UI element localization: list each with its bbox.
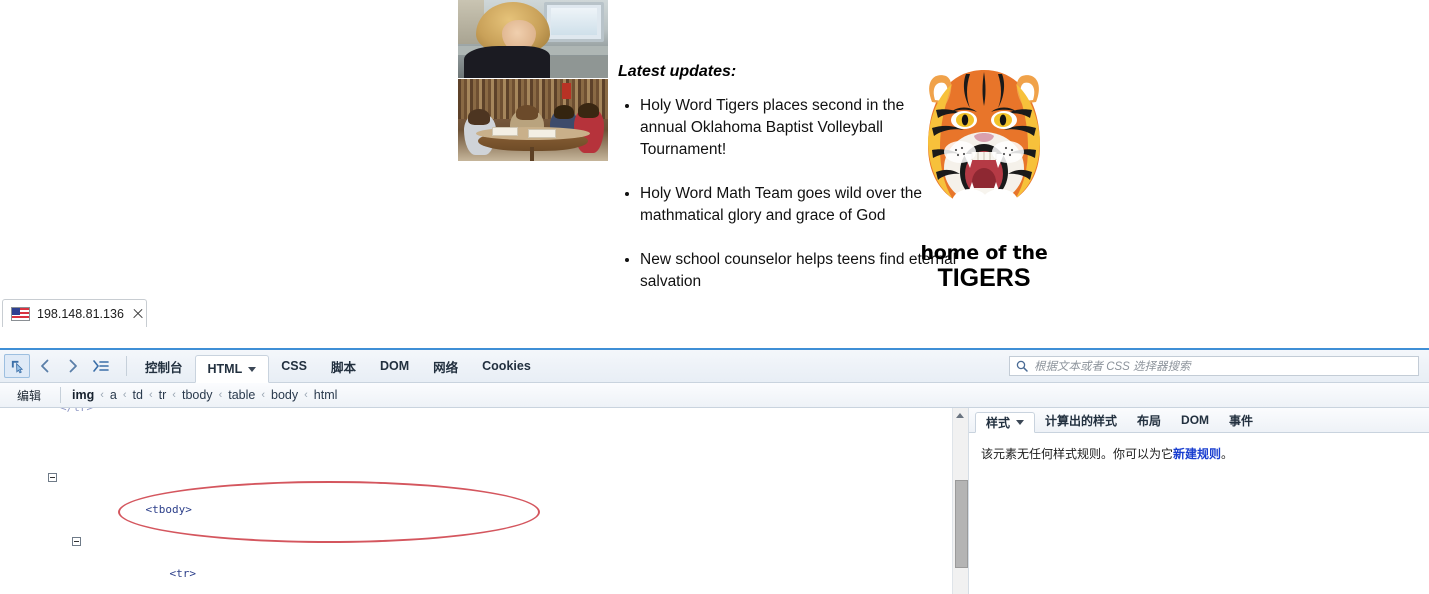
tiger-head-logo: home of the TIGERS <box>908 56 1060 292</box>
tab-layout[interactable]: 布局 <box>1127 408 1171 432</box>
tab-dom-label: DOM <box>379 359 410 373</box>
collapse-toggle[interactable] <box>48 473 57 482</box>
breadcrumb-divider <box>60 387 62 403</box>
code-lines: <tbody> <tr> <td width="150" valign="top… <box>0 422 968 594</box>
tiger-head-icon <box>914 68 1054 220</box>
devtools-panel: 控制台 HTML CSS 脚本 DOM 网络 Cookies 根据文本或者 CS… <box>0 348 1429 594</box>
styles-panel: 样式 计算出的样式 布局 DOM 事件 该元素无任何样式规则。你可以为它新建规则… <box>969 408 1429 594</box>
breadcrumb: 编辑 img ‹ a ‹ td ‹ tr ‹ tbody ‹ table ‹ b… <box>0 383 1429 408</box>
browser-tab[interactable]: 198.148.81.136 <box>2 299 147 327</box>
tab-events[interactable]: 事件 <box>1219 408 1263 432</box>
devtools-body: </tr> <tbody> <tr> <td width="150" valig… <box>0 408 1429 594</box>
breadcrumb-item-a[interactable]: a <box>107 388 120 402</box>
breadcrumb-item-td[interactable]: td <box>130 388 146 402</box>
tab-css[interactable]: CSS <box>269 350 319 382</box>
tab-dom-right[interactable]: DOM <box>1171 408 1219 432</box>
forward-arrow-icon[interactable] <box>60 354 86 378</box>
inspect-cursor-icon[interactable] <box>4 354 30 378</box>
code-line[interactable]: <tbody> <box>0 470 968 516</box>
breadcrumb-item-html[interactable]: html <box>311 388 341 402</box>
tab-script[interactable]: 脚本 <box>319 350 368 382</box>
tab-dom[interactable]: DOM <box>368 350 421 382</box>
tab-computed-styles[interactable]: 计算出的样式 <box>1035 408 1127 432</box>
mascot-line-2: TIGERS <box>937 264 1031 292</box>
webpage-viewport: Latest updates: Holy Word Tigers places … <box>0 0 1429 348</box>
breadcrumb-item-tr[interactable]: tr <box>156 388 170 402</box>
tab-html[interactable]: HTML <box>194 355 270 383</box>
tab-script-label: 脚本 <box>330 360 356 375</box>
search-placeholder: 根据文本或者 CSS 选择器搜索 <box>1034 361 1191 373</box>
tab-computed-styles-label: 计算出的样式 <box>1045 413 1118 428</box>
tab-console[interactable]: 控制台 <box>133 350 195 382</box>
tab-events-label: 事件 <box>1229 413 1254 428</box>
tab-cookies[interactable]: Cookies <box>470 350 543 382</box>
tab-dom-right-label: DOM <box>1181 413 1210 427</box>
breadcrumb-separator: ‹ <box>304 389 308 401</box>
tab-css-label: CSS <box>281 359 307 373</box>
photo-column <box>458 0 608 161</box>
devtools-toolbar: 控制台 HTML CSS 脚本 DOM 网络 Cookies 根据文本或者 CS… <box>0 350 1429 383</box>
tab-styles[interactable]: 样式 <box>975 412 1036 433</box>
edit-button[interactable]: 编辑 <box>6 384 52 407</box>
collapse-toggle[interactable] <box>72 537 81 546</box>
scrollbar-thumb[interactable] <box>955 480 968 568</box>
update-item: Holy Word Tigers places second in the an… <box>640 95 930 161</box>
close-icon[interactable] <box>131 307 145 321</box>
breadcrumb-separator: ‹ <box>172 389 176 401</box>
teacher-at-computer-photo <box>458 0 608 78</box>
chevron-down-icon[interactable] <box>248 366 257 372</box>
code-text: <tbody> <box>145 503 192 516</box>
breadcrumb-separator: ‹ <box>148 389 153 401</box>
list-menu-icon[interactable] <box>88 354 114 378</box>
no-style-rules-message: 该元素无任何样式规则。你可以为它新建规则。 <box>969 433 1429 462</box>
update-item: Holy Word Math Team goes wild over the m… <box>640 183 930 227</box>
mascot-line-1: home of the <box>920 242 1048 264</box>
devtools-toolbar-icons <box>0 350 120 382</box>
devtools-search-box[interactable]: 根据文本或者 CSS 选择器搜索 <box>1009 356 1419 376</box>
devtools-tab-list: 控制台 HTML CSS 脚本 DOM 网络 Cookies <box>133 350 543 383</box>
breadcrumb-item-tbody[interactable]: tbody <box>179 388 216 402</box>
search-icon <box>1016 360 1028 372</box>
html-tree-panel[interactable]: </tr> <tbody> <tr> <td width="150" valig… <box>0 408 969 594</box>
breadcrumb-item-table[interactable]: table <box>225 388 258 402</box>
chevron-down-icon[interactable] <box>1016 420 1025 425</box>
scroll-up-arrow-icon[interactable] <box>956 413 964 418</box>
code-line[interactable]: <tr> <box>0 534 968 580</box>
code-line-truncated-top: </tr> <box>60 408 93 416</box>
us-flag-favicon <box>11 306 30 321</box>
tab-cookies-label: Cookies <box>482 359 531 373</box>
breadcrumb-separator: ‹ <box>218 389 223 401</box>
screenshot-root: Latest updates: Holy Word Tigers places … <box>0 0 1429 594</box>
students-studying-photo <box>458 79 608 161</box>
breadcrumb-separator: ‹ <box>122 389 127 401</box>
styles-panel-tabs: 样式 计算出的样式 布局 DOM 事件 <box>969 408 1429 433</box>
tab-styles-label: 样式 <box>986 416 1011 430</box>
no-style-rules-text: 该元素无任何样式规则。你可以为它 <box>981 447 1174 461</box>
tab-console-label: 控制台 <box>145 360 183 375</box>
breadcrumb-item-img[interactable]: img <box>69 388 97 402</box>
tab-html-label: HTML <box>207 362 243 376</box>
breadcrumb-item-body[interactable]: body <box>268 388 301 402</box>
toolbar-divider <box>126 356 127 376</box>
code-text: <tr> <box>169 567 196 580</box>
browser-tab-strip: 198.148.81.136 <box>0 299 1429 328</box>
browser-tab-title: 198.148.81.136 <box>37 306 124 321</box>
tab-network[interactable]: 网络 <box>421 350 470 382</box>
breadcrumb-separator: ‹ <box>100 389 104 401</box>
breadcrumb-separator: ‹ <box>261 389 266 401</box>
back-arrow-icon[interactable] <box>32 354 58 378</box>
tab-layout-label: 布局 <box>1137 413 1162 428</box>
new-rule-link[interactable]: 新建规则 <box>1173 447 1221 461</box>
no-style-rules-suffix: 。 <box>1221 447 1234 461</box>
tab-network-label: 网络 <box>433 360 459 375</box>
html-panel-scrollbar[interactable] <box>952 408 968 594</box>
